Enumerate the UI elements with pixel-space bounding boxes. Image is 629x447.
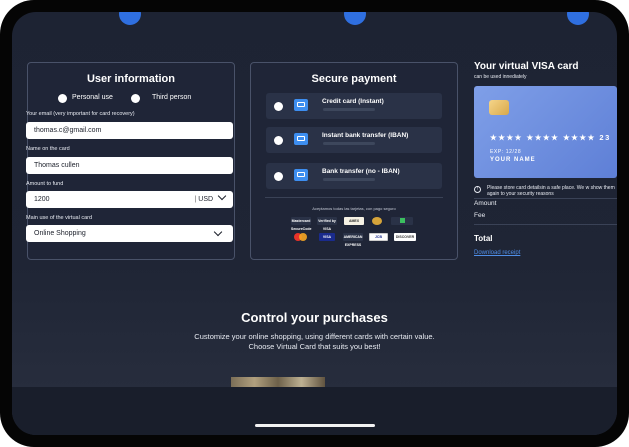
personal-use-label: Personal use [72,94,113,101]
mastercard-logo [294,233,308,241]
home-indicator[interactable] [255,424,375,427]
security-notice: Please store card detailsin a safe place… [487,185,615,197]
verified-by-visa-logo: Verified by VISA [317,217,337,231]
use-value: Online Shopping [34,230,86,237]
third-person-radio[interactable] [131,94,140,103]
bank-icon [294,169,308,181]
payment-option-bank-transfer[interactable]: Bank transfer (no - IBAN) [266,163,442,189]
credit-card-icon [294,99,308,111]
email-label: Your email (very important for card reco… [26,111,135,117]
option-label: Instant bank transfer (IBAN) [322,132,409,139]
chip-icon [489,100,509,115]
virtual-card-subtitle: can be used innediately [474,74,527,80]
panel-title: User information [86,73,175,85]
shield-icon [399,218,405,223]
step-3-indicator [567,12,589,25]
third-person-label: Third person [152,94,192,101]
fee-row-label: Fee [474,212,486,219]
option-radio[interactable] [274,172,283,181]
jcb-logo: JCB [369,233,388,241]
visa-logo: VISA [319,233,335,241]
screen: User information Personal use Third pers… [12,12,617,435]
divider [265,197,443,198]
bottom-band [12,387,617,435]
american-express-logo: AMERICAN EXPRESS [343,233,363,247]
step-2-indicator [344,12,366,25]
chevron-down-icon [213,227,223,237]
use-label: Main use of the virtual card [26,215,93,221]
circle-orange [299,233,307,241]
virtual-card-preview: ★★★★ ★★★★ ★★★★ 23 EXP: 12/28 YOUR NAME [474,86,617,178]
currency-value: USD [198,196,214,203]
amount-field[interactable]: 1200 | USD [26,191,233,208]
option-radio[interactable] [274,136,283,145]
secure-payment-panel: Secure payment Credit card (Instant) Ins… [250,62,458,260]
use-select[interactable]: Online Shopping [26,225,233,242]
promo-line-2: Choose Virtual Card that suits you best! [248,342,381,351]
chevron-down-icon [217,191,227,201]
option-sublabel [323,142,375,145]
personal-use-radio[interactable] [58,94,67,103]
currency-select[interactable]: | USD [195,191,227,208]
option-radio[interactable] [274,102,283,111]
name-field[interactable]: Thomas cullen [26,157,233,174]
option-sublabel [323,178,375,181]
download-receipt-link[interactable]: Download receipt [474,250,520,256]
payment-option-instant-bank[interactable]: Instant bank transfer (IBAN) [266,127,442,153]
divider [474,224,617,225]
info-icon: ! [474,186,481,193]
panel-title: Secure payment [311,73,397,85]
option-label: Bank transfer (no - IBAN) [322,168,400,175]
promo-line-1: Customize your online shopping, using di… [194,332,435,341]
promo-image [231,377,325,387]
option-sublabel [323,108,375,111]
total-row-label: Total [474,234,493,243]
name-label: Name on the card [26,146,70,152]
card-number: ★★★★ ★★★★ ★★★★ 23 [490,133,611,142]
card-expiry: EXP: 12/28 [490,149,522,155]
amount-row-label: Amount [474,200,497,207]
email-field[interactable]: thomas.c@gmail.com [26,122,233,139]
payment-option-credit-card[interactable]: Credit card (Instant) [266,93,442,119]
bank-icon [294,133,308,145]
amount-value: 1200 [34,196,50,203]
promo-heading: Control your purchases [241,310,388,325]
secure-logo [391,217,413,225]
mastercard-securecode-logo: Mastercard SecureCode [291,217,312,231]
card-holder-name: YOUR NAME [490,157,536,163]
amex-safekey-logo: AMEX [344,217,364,225]
discover-logo: DISCOVER [394,233,416,241]
accepted-cards-text: Aceptamos todas las tarjetas, con pago s… [312,206,396,211]
tablet-frame: User information Personal use Third pers… [0,0,629,447]
option-label: Credit card (Instant) [322,98,384,105]
divider [474,198,617,199]
amount-label: Amount to fund [26,181,64,187]
seal-logo [372,217,382,225]
virtual-card-title: Your virtual VISA card [474,61,579,72]
step-1-indicator [119,12,141,25]
